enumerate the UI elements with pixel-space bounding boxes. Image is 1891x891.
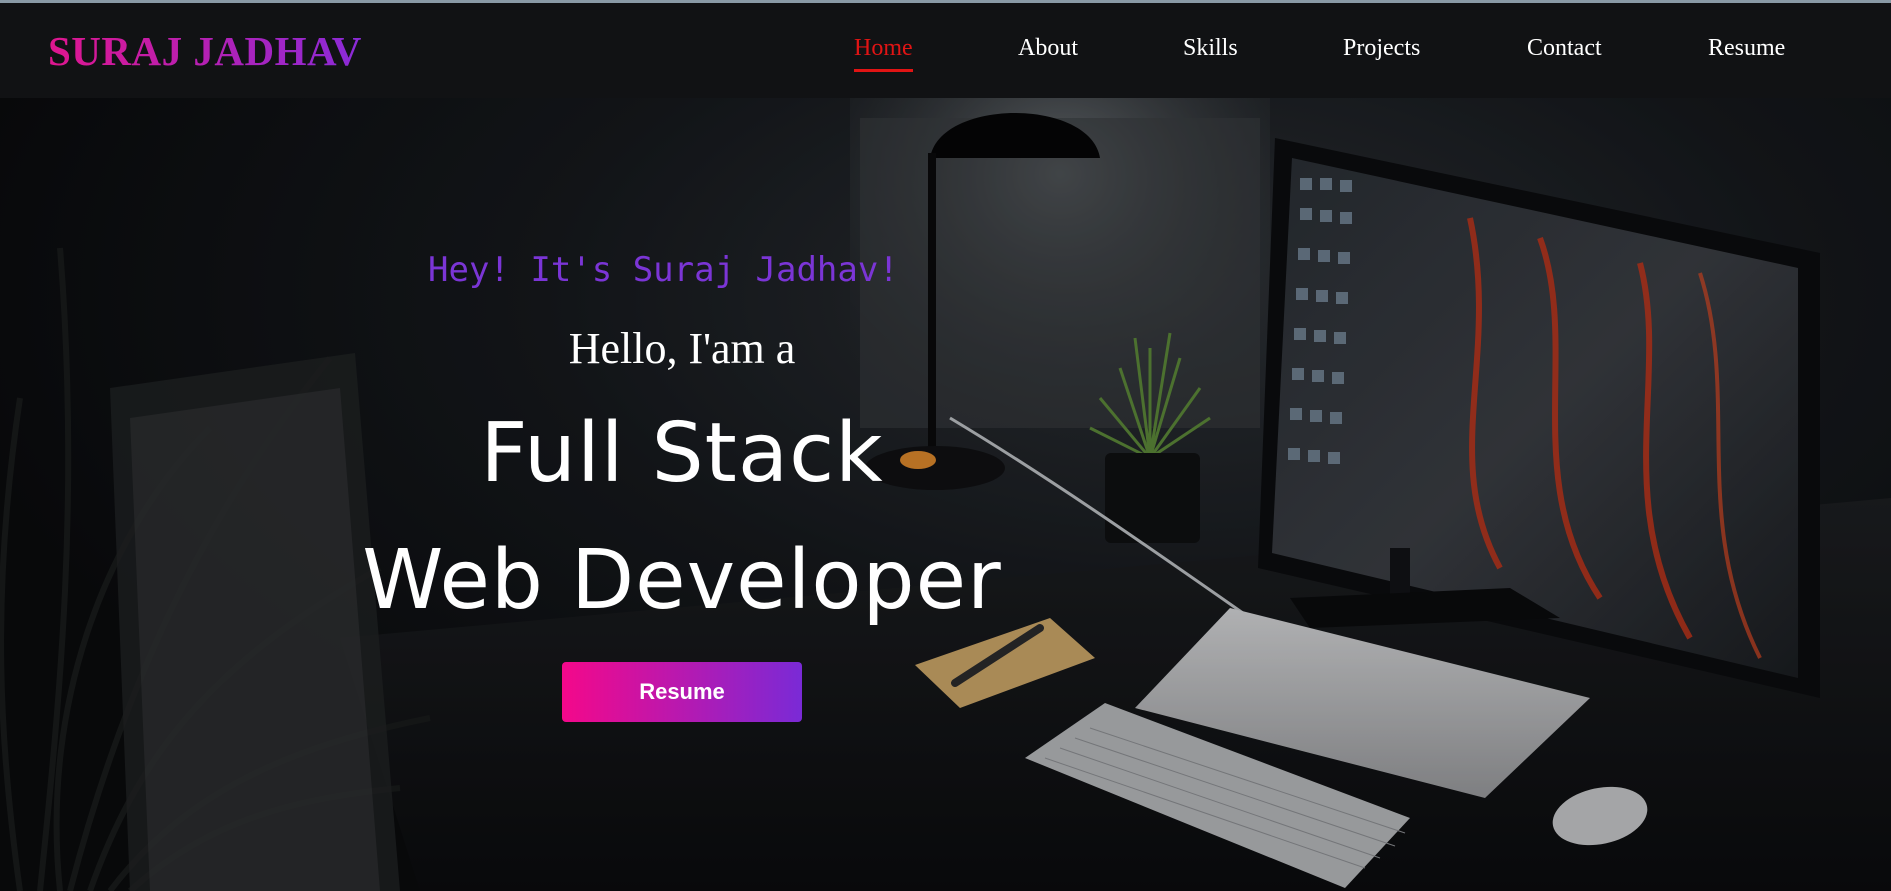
active-nav-underline <box>854 69 913 72</box>
resume-button-label: Resume <box>639 679 725 704</box>
hero-greeting: Hey! It's Suraj Jadhav! <box>428 250 899 290</box>
nav-link-label: Home <box>854 35 913 61</box>
nav-link-label: Contact <box>1527 35 1602 61</box>
nav-link-label: Projects <box>1343 35 1421 61</box>
nav-link-home[interactable]: Home <box>854 35 913 72</box>
nav-link-about[interactable]: About <box>1018 35 1078 62</box>
hero-role-line-1: Full Stack <box>480 406 884 501</box>
nav-link-label: Skills <box>1183 35 1238 61</box>
navbar: SURAJ JADHAV Home About Skills Projects … <box>0 3 1891 98</box>
nav-link-skills[interactable]: Skills <box>1183 35 1238 62</box>
hero-intro: Hello, I'am a <box>568 324 796 373</box>
hero-role-line-2: Web Developer <box>362 533 1002 628</box>
nav-link-label: Resume <box>1708 35 1786 61</box>
nav-link-contact[interactable]: Contact <box>1527 35 1602 62</box>
brand-logo[interactable]: SURAJ JADHAV <box>48 27 362 75</box>
nav-link-resume[interactable]: Resume <box>1708 35 1785 62</box>
nav-link-label: About <box>1018 35 1078 61</box>
nav-link-projects[interactable]: Projects <box>1343 35 1420 62</box>
resume-button[interactable]: Resume <box>562 662 802 722</box>
